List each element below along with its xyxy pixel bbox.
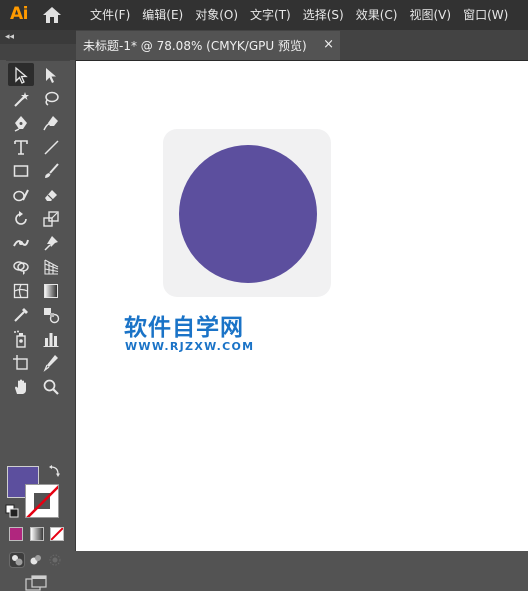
slice-tool-icon[interactable] [38, 351, 64, 374]
tools-panel [0, 60, 76, 591]
shaper-tool-icon[interactable] [8, 183, 34, 206]
close-icon[interactable]: × [323, 37, 334, 53]
direct-selection-tool-icon[interactable] [38, 63, 64, 86]
stroke-color-swatch[interactable] [25, 484, 59, 518]
scale-tool-icon[interactable] [38, 207, 64, 230]
menu-window[interactable]: 窗口(W) [457, 0, 514, 30]
document-tab[interactable]: 未标题-1* @ 78.08% (CMYK/GPU 预览) × [76, 31, 340, 60]
type-tool-icon[interactable] [8, 135, 34, 158]
mesh-tool-icon[interactable] [8, 279, 34, 302]
magic-wand-icon[interactable] [8, 87, 34, 110]
none-slash-icon [26, 485, 58, 517]
column-graph-icon[interactable] [38, 327, 64, 350]
zoom-tool-icon[interactable] [38, 375, 64, 398]
menu-items: 文件(F) 编辑(E) 对象(O) 文字(T) 选择(S) 效果(C) 视图(V… [84, 0, 514, 30]
menu-file[interactable]: 文件(F) [84, 0, 136, 30]
app-logo: Ai [10, 4, 28, 24]
perspective-grid-icon[interactable] [38, 255, 64, 278]
watermark-url: WWW.RJZXW.COM [125, 340, 255, 353]
draw-behind-icon[interactable] [28, 552, 44, 568]
pen-tool-icon[interactable] [8, 111, 34, 134]
artboard-canvas[interactable]: 软件自学网 WWW.RJZXW.COM [76, 61, 528, 551]
curvature-tool-icon[interactable] [38, 111, 64, 134]
menu-effect[interactable]: 效果(C) [350, 0, 404, 30]
document-tab-title: 未标题-1* @ 78.08% (CMYK/GPU 预览) [83, 39, 307, 53]
blend-tool-icon[interactable] [38, 303, 64, 326]
eyedropper-icon[interactable] [8, 303, 34, 326]
symbol-sprayer-icon[interactable] [8, 327, 34, 350]
menu-view[interactable]: 视图(V) [403, 0, 457, 30]
swap-fill-stroke-icon[interactable] [48, 464, 62, 478]
menu-type[interactable]: 文字(T) [244, 0, 297, 30]
selection-tool-icon[interactable] [8, 63, 34, 86]
draw-normal-icon[interactable] [9, 552, 25, 568]
puppet-warp-icon[interactable] [38, 231, 64, 254]
draw-inside-icon[interactable] [47, 552, 63, 568]
menu-select[interactable]: 选择(S) [297, 0, 350, 30]
lasso-icon[interactable] [38, 87, 64, 110]
paintbrush-icon[interactable] [38, 159, 64, 182]
gradient-mode-button[interactable] [30, 527, 44, 541]
rectangle-tool-icon[interactable] [8, 159, 34, 182]
menu-edit[interactable]: 编辑(E) [136, 0, 189, 30]
gradient-tool-icon[interactable] [38, 279, 64, 302]
panel-collapse-button[interactable]: ◂◂ [0, 30, 76, 44]
color-mode-button[interactable] [9, 527, 23, 541]
watermark-title: 软件自学网 [124, 315, 244, 341]
shape-builder-icon[interactable] [8, 255, 34, 278]
artboard-tool-icon[interactable] [8, 351, 34, 374]
none-icon [51, 528, 63, 540]
default-fill-stroke-icon[interactable] [5, 504, 19, 518]
menu-bar: Ai 文件(F) 编辑(E) 对象(O) 文字(T) 选择(S) 效果(C) 视… [0, 0, 528, 30]
hand-tool-icon[interactable] [8, 375, 34, 398]
home-icon[interactable] [42, 6, 62, 24]
eraser-icon[interactable] [38, 183, 64, 206]
purple-circle-shape[interactable] [179, 145, 317, 283]
none-mode-button[interactable] [50, 527, 64, 541]
line-segment-icon[interactable] [38, 135, 64, 158]
rotate-tool-icon[interactable] [8, 207, 34, 230]
screen-mode-icon[interactable] [25, 575, 47, 591]
width-tool-icon[interactable] [8, 231, 34, 254]
menu-object[interactable]: 对象(O) [189, 0, 244, 30]
